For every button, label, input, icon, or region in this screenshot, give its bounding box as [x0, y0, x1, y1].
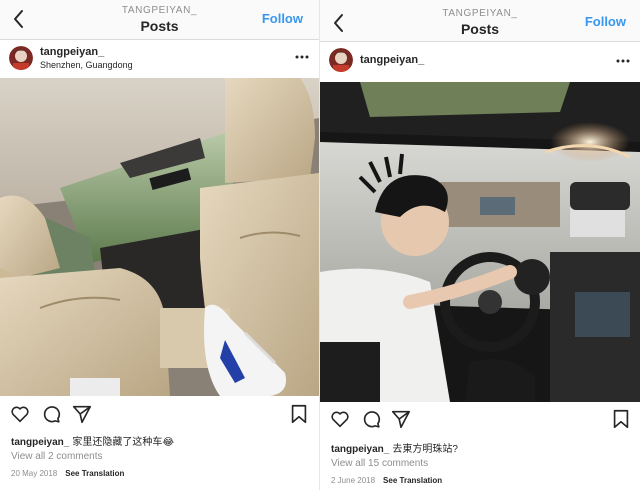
caption-username[interactable]: tangpeiyan_: [11, 437, 69, 448]
heart-icon[interactable]: [329, 408, 351, 430]
bookmark-icon[interactable]: [288, 403, 310, 425]
post-caption: tangpeiyan_ 家里还隐藏了这种车😂: [11, 433, 174, 448]
share-icon[interactable]: [71, 403, 93, 425]
share-icon[interactable]: [390, 408, 412, 430]
post-photo-driver[interactable]: [320, 82, 640, 402]
post-meta: 20 May 2018 See Translation: [11, 469, 124, 478]
post-date: 20 May 2018: [11, 469, 58, 478]
more-options-icon[interactable]: [616, 59, 630, 63]
right-post-panel: TANGPEIYAN_ Posts Follow tangpeiyan_ tan…: [320, 0, 640, 490]
post-location[interactable]: Shenzhen, Guangdong: [40, 60, 133, 70]
comment-icon[interactable]: [40, 403, 62, 425]
top-bar: TANGPEIYAN_ Posts Follow: [0, 0, 319, 40]
post-meta: 2 June 2018 See Translation: [331, 476, 442, 485]
follow-button[interactable]: Follow: [585, 14, 626, 29]
follow-button[interactable]: Follow: [262, 11, 303, 26]
see-translation-link[interactable]: See Translation: [65, 469, 124, 478]
caption-text: 家里还隐藏了这种车😂: [72, 437, 175, 448]
view-comments-link[interactable]: View all 15 comments: [331, 458, 428, 469]
caption-text: 去東方明珠站?: [392, 444, 458, 455]
post-author[interactable]: tangpeiyan_: [360, 54, 424, 66]
top-bar: TANGPEIYAN_ Posts Follow: [320, 0, 640, 42]
post-header: tangpeiyan_: [320, 42, 640, 82]
caption-username[interactable]: tangpeiyan_: [331, 444, 389, 455]
post-header: tangpeiyan_ Shenzhen, Guangdong: [0, 41, 319, 81]
see-translation-link[interactable]: See Translation: [383, 476, 442, 485]
post-actions: [320, 408, 640, 434]
comment-icon[interactable]: [360, 408, 382, 430]
view-comments-link[interactable]: View all 2 comments: [11, 451, 103, 462]
post-photo-car-interior[interactable]: [0, 78, 319, 396]
post-actions: [0, 403, 319, 429]
bookmark-icon[interactable]: [610, 408, 632, 430]
heart-icon[interactable]: [9, 403, 31, 425]
post-author[interactable]: tangpeiyan_: [40, 46, 104, 58]
avatar[interactable]: [329, 48, 353, 72]
more-options-icon[interactable]: [295, 55, 309, 59]
post-date: 2 June 2018: [331, 476, 376, 485]
avatar[interactable]: [9, 46, 33, 70]
post-caption: tangpeiyan_ 去東方明珠站?: [331, 440, 458, 455]
left-post-panel: TANGPEIYAN_ Posts Follow tangpeiyan_ She…: [0, 0, 319, 490]
